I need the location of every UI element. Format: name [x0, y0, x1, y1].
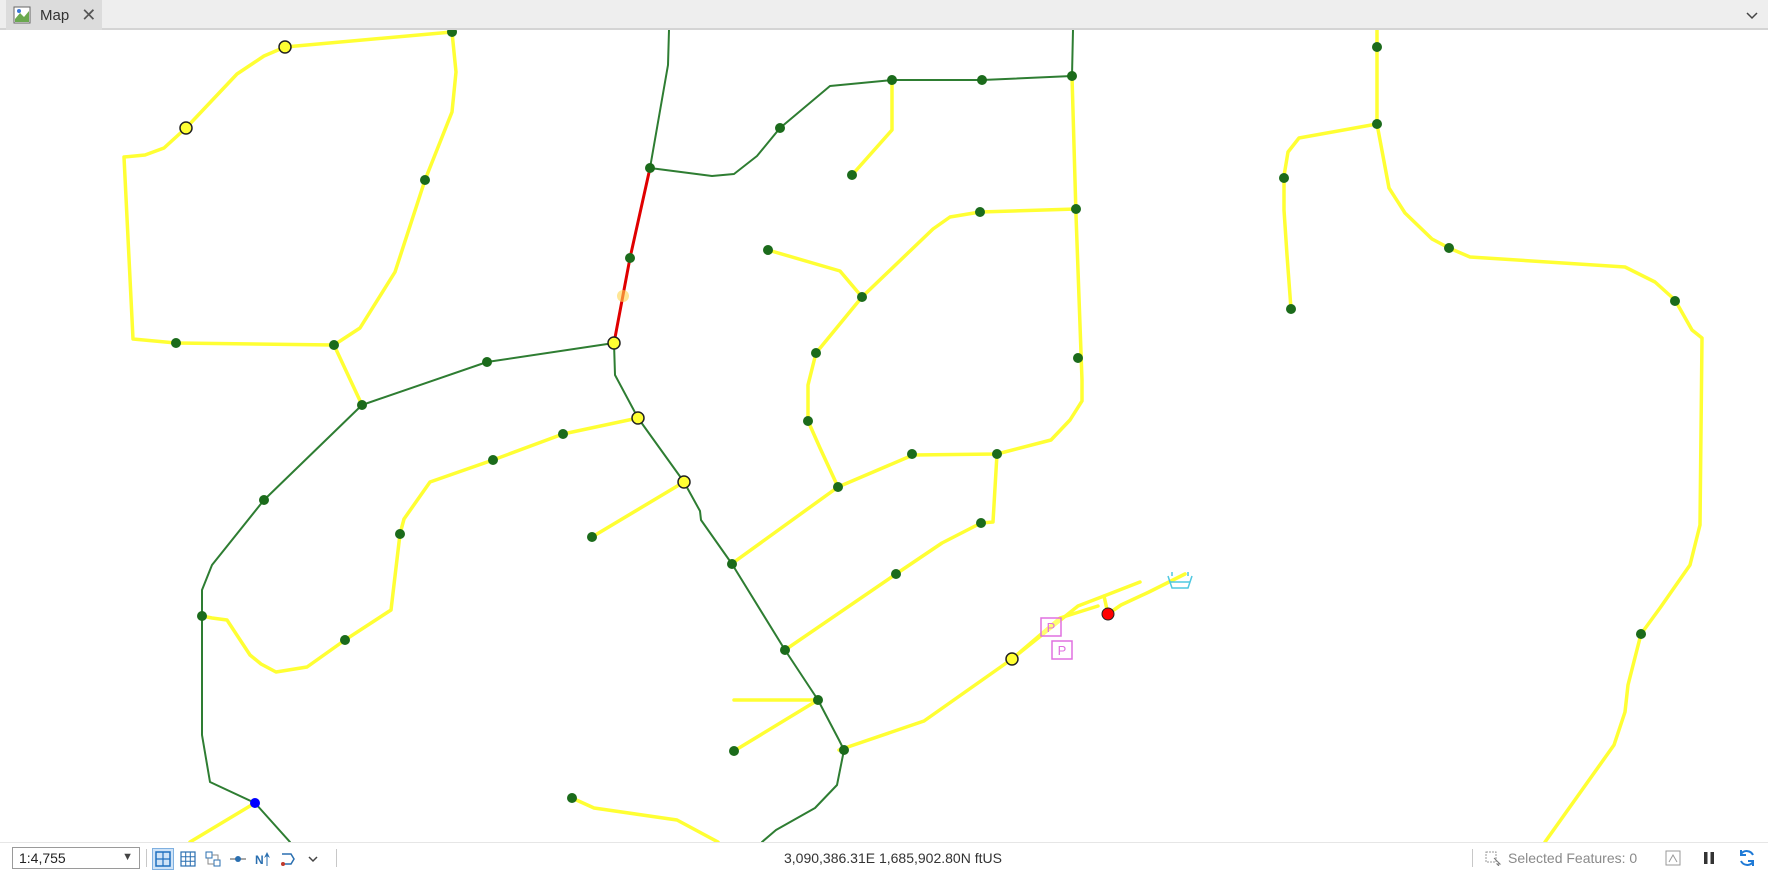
parking-symbol[interactable]: P: [1051, 640, 1073, 660]
svg-text:P: P: [1047, 620, 1056, 635]
status-bar: 1:4,755 ▼ N 3,090,386.31E 1,685,902.80N …: [0, 842, 1768, 872]
svg-text:P: P: [1058, 643, 1067, 658]
snapping-toolbar: N: [152, 847, 327, 871]
scale-selector[interactable]: 1:4,755 ▼: [12, 847, 140, 869]
green-vertices: [171, 30, 1680, 803]
selection-filter-icon[interactable]: [1662, 847, 1684, 869]
yellow-network-lines: [122, 30, 1704, 842]
tab-bar: Map ✕: [0, 0, 1768, 30]
constraints-icon[interactable]: [202, 848, 224, 870]
selected-features-label: Selected Features: 0: [1508, 850, 1638, 866]
snapping-toggle-icon[interactable]: [152, 848, 174, 870]
map-icon: [13, 6, 31, 24]
selected-features[interactable]: Selected Features: 0: [1484, 850, 1637, 866]
north-arrow-icon[interactable]: N: [252, 848, 274, 870]
separator: [146, 849, 147, 867]
pause-drawing-icon[interactable]: [1698, 847, 1720, 869]
refresh-icon[interactable]: [1736, 847, 1758, 869]
more-chevron-icon[interactable]: [302, 848, 324, 870]
close-icon[interactable]: ✕: [81, 6, 96, 24]
map-view[interactable]: P P: [6, 30, 1768, 842]
separator: [336, 849, 337, 867]
correction-icon[interactable]: [277, 848, 299, 870]
tab-map[interactable]: Map ✕: [6, 0, 102, 30]
scale-value: 1:4,755: [19, 850, 66, 866]
grid-toggle-icon[interactable]: [177, 848, 199, 870]
map-canvas[interactable]: P P: [6, 30, 1768, 842]
tab-label: Map: [40, 6, 70, 24]
snap-point-icon[interactable]: [227, 848, 249, 870]
parking-symbol[interactable]: P: [1040, 617, 1062, 637]
separator: [1472, 849, 1473, 867]
selection-icon: [1485, 851, 1502, 866]
svg-text:N: N: [255, 853, 264, 867]
green-network-lines: [201, 30, 1074, 842]
red-point[interactable]: [1101, 607, 1115, 621]
blue-point[interactable]: [250, 798, 260, 808]
chevron-down-icon[interactable]: [1744, 7, 1760, 23]
coordinate-readout: 3,090,386.31E 1,685,902.80N ftUS: [784, 850, 1002, 866]
chevron-down-icon: ▼: [122, 851, 133, 863]
highlight-marker: [617, 290, 629, 302]
